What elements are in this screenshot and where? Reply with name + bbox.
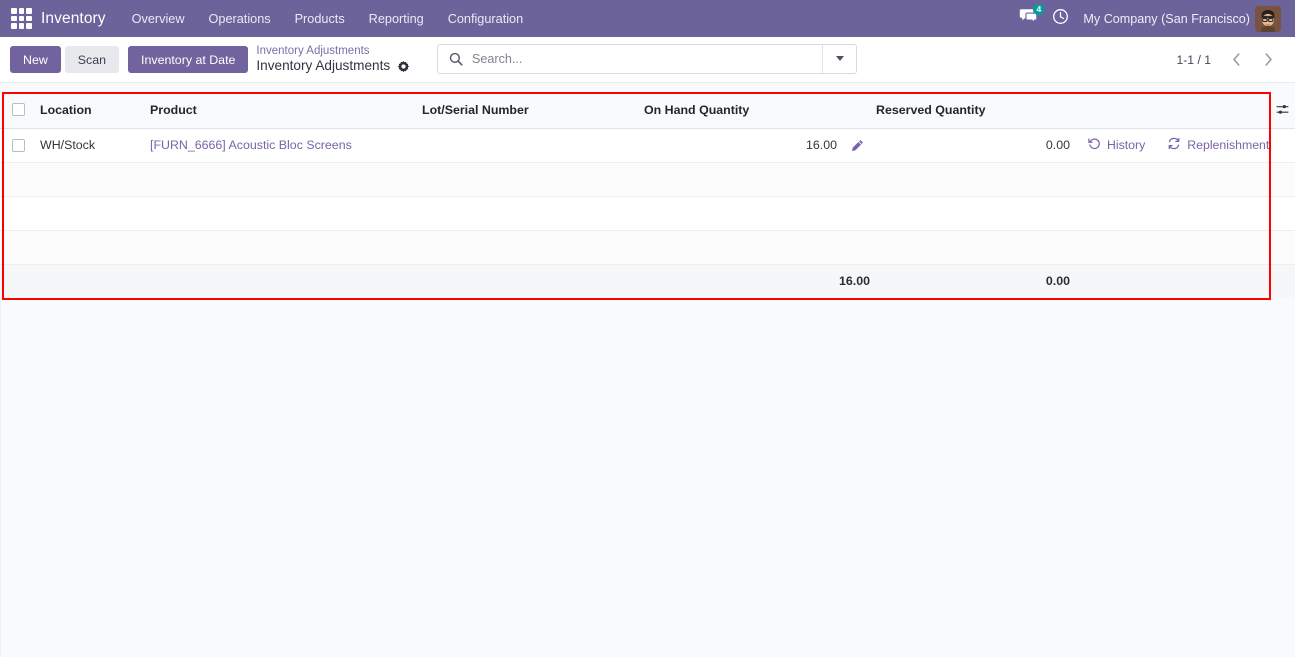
refresh-icon — [1167, 137, 1181, 153]
replenishment-button[interactable]: Replenishment — [1167, 137, 1269, 153]
empty-cell — [0, 196, 34, 231]
totals-optional-cell — [1270, 263, 1295, 298]
row-checkbox[interactable] — [12, 138, 25, 152]
messages-counter-badge: 4 — [1033, 4, 1045, 15]
column-header-lot-serial-number[interactable]: Lot/Serial Number — [416, 92, 638, 129]
column-header-reserved-quantity[interactable]: Reserved Quantity — [870, 92, 1070, 129]
pager: 1-1 / 1 — [1176, 46, 1283, 73]
history-icon — [1088, 137, 1101, 153]
on-hand-quantity-value[interactable]: 16.00 — [806, 138, 837, 152]
gear-icon[interactable] — [397, 60, 410, 73]
menu-item-reporting[interactable]: Reporting — [357, 0, 436, 37]
apps-grid-icon[interactable] — [11, 8, 32, 29]
column-header-product[interactable]: Product — [144, 92, 416, 129]
table-row[interactable]: WH/Stock [FURN_6666] Acoustic Bloc Scree… — [0, 128, 1295, 163]
avatar[interactable] — [1255, 5, 1281, 32]
totals-select-cell — [0, 263, 34, 298]
product-link[interactable]: [FURN_6666] Acoustic Bloc Screens — [150, 138, 352, 152]
select-all-checkbox[interactable] — [12, 103, 25, 117]
history-button[interactable]: History — [1088, 137, 1145, 153]
breadcrumb-current: Inventory Adjustments — [256, 58, 410, 74]
row-select-cell — [0, 128, 34, 163]
cell-lot-serial-number — [416, 128, 638, 163]
chevron-right-icon — [1264, 53, 1272, 66]
cell-row-actions: History Replenishment — [1070, 128, 1270, 163]
cell-optional — [1270, 128, 1295, 163]
pager-value: 1-1 / 1 — [1176, 52, 1211, 67]
totals-on-hand-quantity: 16.00 — [638, 263, 870, 298]
pager-next-button[interactable] — [1253, 46, 1283, 73]
sliders-icon[interactable] — [1276, 102, 1289, 117]
breadcrumb-parent-link[interactable]: Inventory Adjustments — [256, 45, 410, 59]
clock-icon — [1052, 8, 1069, 30]
optional-columns-header — [1270, 92, 1295, 129]
user-menu[interactable]: My Company (San Francisco) — [1076, 0, 1288, 37]
scan-button[interactable]: Scan — [64, 46, 120, 73]
empty-cell — [34, 196, 1295, 231]
empty-row — [0, 162, 1295, 197]
menu-item-products[interactable]: Products — [283, 0, 357, 37]
chevron-down-icon — [835, 56, 844, 62]
column-header-on-hand-quantity[interactable]: On Hand Quantity — [638, 92, 870, 129]
list-view: Location Product Lot/Serial Number On Ha… — [0, 92, 1295, 298]
main-menu: Overview Operations Products Reporting C… — [120, 0, 536, 37]
menu-item-overview[interactable]: Overview — [120, 0, 197, 37]
table-footer: 16.00 0.00 — [0, 263, 1295, 298]
control-panel: New Scan Inventory at Date Inventory Adj… — [0, 37, 1295, 83]
app-brand-inventory[interactable]: Inventory — [41, 10, 120, 28]
search-input[interactable] — [472, 51, 822, 66]
top-navbar: Inventory Overview Operations Products R… — [0, 0, 1295, 37]
empty-cell — [34, 230, 1295, 265]
empty-row — [0, 230, 1295, 265]
cell-product: [FURN_6666] Acoustic Bloc Screens — [144, 128, 416, 163]
totals-location-cell — [34, 263, 144, 298]
inventory-at-date-button[interactable]: Inventory at Date — [128, 46, 249, 73]
table-header-row: Location Product Lot/Serial Number On Ha… — [0, 92, 1295, 129]
history-label: History — [1107, 138, 1146, 152]
select-all-header — [0, 92, 34, 129]
breadcrumb: Inventory Adjustments Inventory Adjustme… — [256, 45, 410, 75]
menu-item-configuration[interactable]: Configuration — [436, 0, 535, 37]
empty-cell — [34, 162, 1295, 197]
control-panel-buttons: New Scan Inventory at Date — [10, 46, 256, 73]
new-button[interactable]: New — [10, 46, 61, 73]
cell-location: WH/Stock — [34, 128, 144, 163]
pencil-icon[interactable] — [851, 139, 864, 152]
totals-product-cell — [144, 263, 416, 298]
search-icon — [449, 52, 463, 66]
navbar-systray: 4 My Company (San Francisco) — [1012, 0, 1295, 37]
pager-previous-button[interactable] — [1221, 46, 1251, 73]
column-header-actions — [1070, 92, 1270, 129]
search-view[interactable] — [437, 43, 857, 74]
replenishment-label: Replenishment — [1187, 138, 1270, 152]
totals-actions-cell — [1070, 263, 1270, 298]
page-background — [0, 300, 1295, 657]
cell-on-hand-quantity: 16.00 — [638, 128, 870, 163]
table-body: WH/Stock [FURN_6666] Acoustic Bloc Scree… — [0, 128, 1295, 265]
menu-item-operations[interactable]: Operations — [197, 0, 283, 37]
messages-menu[interactable]: 4 — [1012, 0, 1045, 37]
cell-reserved-quantity: 0.00 — [870, 128, 1070, 163]
company-name: My Company (San Francisco) — [1083, 11, 1250, 26]
search-dropdown-toggle[interactable] — [822, 44, 856, 73]
column-header-location[interactable]: Location — [34, 92, 144, 129]
empty-cell — [0, 230, 34, 265]
empty-row — [0, 196, 1295, 231]
breadcrumb-current-label: Inventory Adjustments — [256, 58, 391, 74]
totals-row: 16.00 0.00 — [0, 263, 1295, 298]
table-header: Location Product Lot/Serial Number On Ha… — [0, 92, 1295, 129]
chevron-left-icon — [1232, 53, 1240, 66]
activities-menu[interactable] — [1045, 0, 1076, 37]
empty-cell — [0, 162, 34, 197]
totals-lot-cell — [416, 263, 638, 298]
inventory-adjustments-table: Location Product Lot/Serial Number On Ha… — [0, 92, 1295, 298]
totals-reserved-quantity: 0.00 — [870, 263, 1070, 298]
